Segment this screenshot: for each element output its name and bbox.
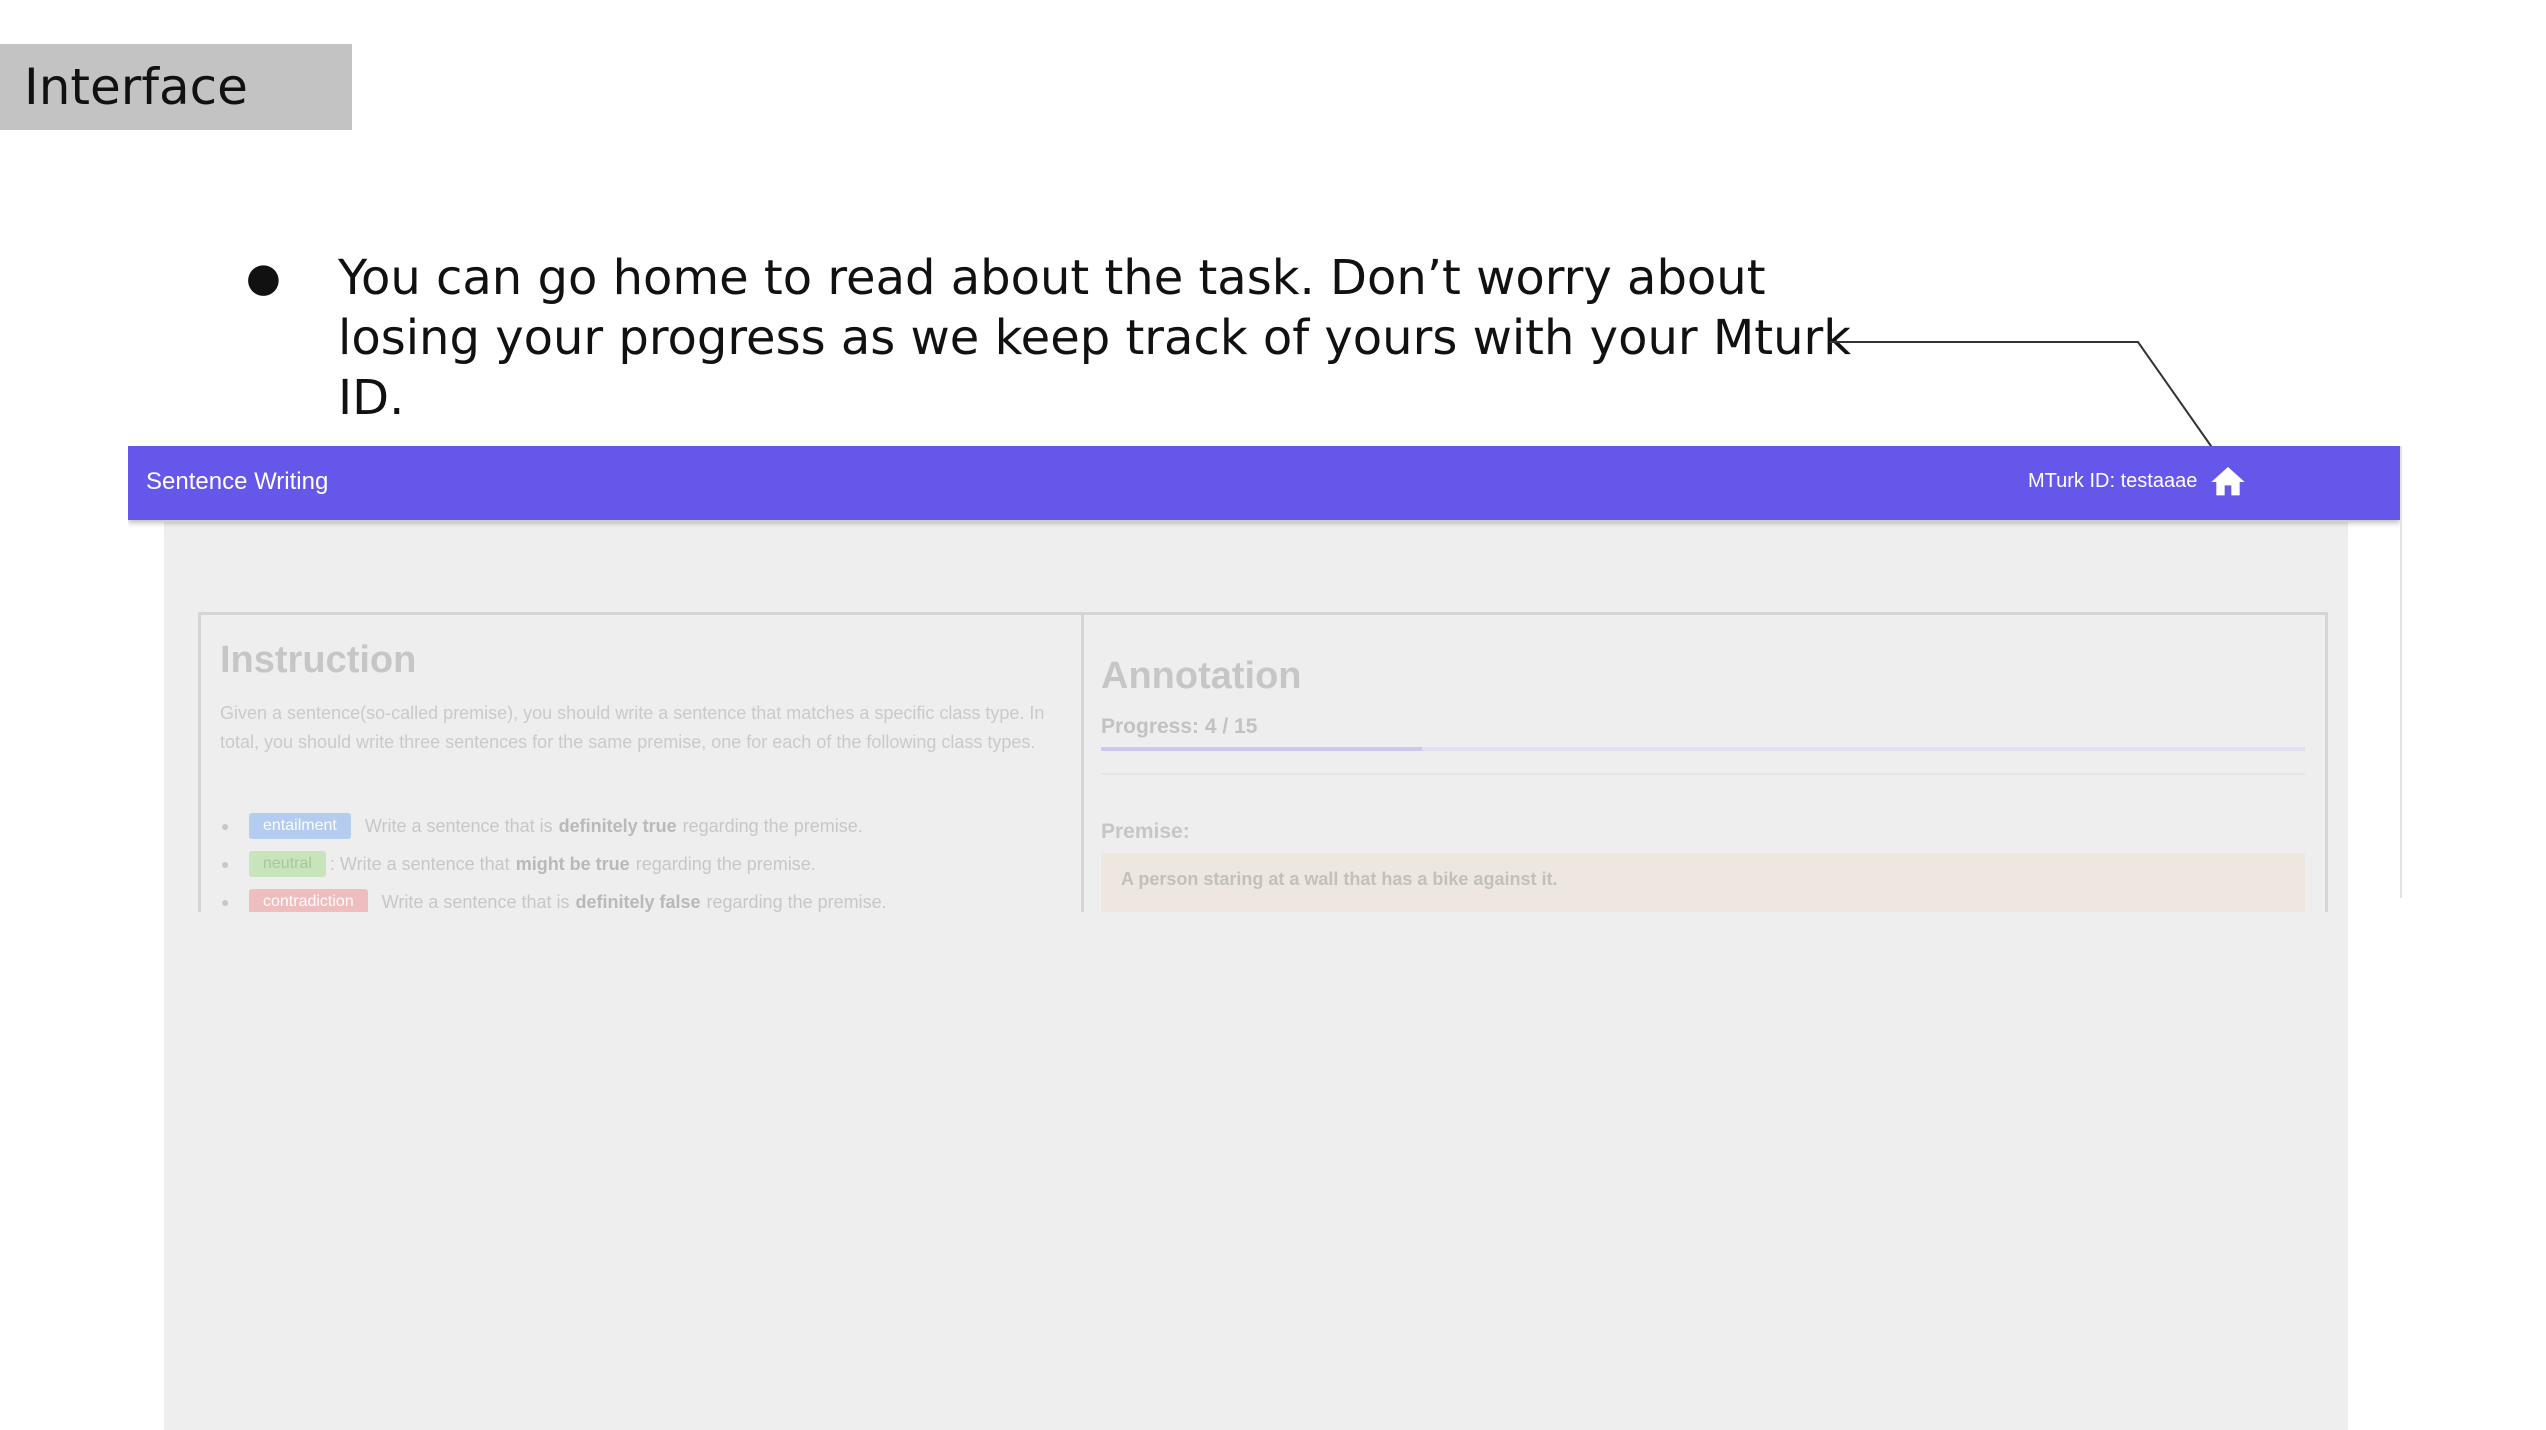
- content-overlay: Instruction Given a sentence(so-called p…: [164, 522, 2348, 1430]
- annotation-card: Annotation Progress: 4 / 15 Premise: A p…: [1084, 612, 2328, 912]
- home-icon: [2211, 467, 2245, 496]
- list-item: ● contradiction Write a sentence that is…: [221, 883, 887, 912]
- app-title: Sentence Writing: [146, 468, 329, 495]
- slide-title: Interface: [24, 58, 248, 116]
- progress-label: Progress: 4 / 15: [1101, 715, 1258, 738]
- class-text: Write a sentence that is: [381, 891, 570, 912]
- premise-text: A person staring at a wall that has a bi…: [1121, 869, 1558, 889]
- card-row: Instruction Given a sentence(so-called p…: [198, 612, 2328, 912]
- instruction-card: Instruction Given a sentence(so-called p…: [198, 612, 1084, 912]
- neutral-chip: neutral: [249, 851, 326, 877]
- instruction-heading: Instruction: [220, 639, 417, 681]
- list-item: ● neutral : Write a sentence that might …: [221, 845, 887, 883]
- bullet-icon: ●: [246, 255, 281, 301]
- class-text: regarding the premise.: [706, 891, 887, 912]
- class-text: Write a sentence that is: [364, 815, 553, 836]
- mturk-id-label: MTurk ID: testaaae: [2028, 470, 2198, 492]
- home-button[interactable]: [2208, 462, 2248, 502]
- progress-bar-fill: [1101, 747, 1423, 751]
- slide: Interface ● You can go home to read abou…: [0, 0, 2546, 1430]
- class-bold-text: definitely true: [558, 815, 677, 836]
- class-bold-text: might be true: [515, 853, 630, 874]
- premise-label: Premise:: [1101, 820, 1190, 843]
- instruction-description: Given a sentence(so-called premise), you…: [220, 703, 1045, 752]
- entailment-chip: entailment: [249, 813, 351, 839]
- class-text: : Write a sentence that: [329, 853, 510, 874]
- class-text: regarding the premise.: [682, 815, 863, 836]
- app-bar: Sentence Writing MTurk ID: testaaae: [128, 446, 2400, 520]
- bullet-item: ● You can go home to read about the task…: [246, 248, 1918, 428]
- premise-box: A person staring at a wall that has a bi…: [1101, 853, 2305, 912]
- annotation-heading: Annotation: [1101, 655, 1302, 697]
- progress-bar: [1101, 747, 2305, 751]
- slide-title-box: Interface: [0, 44, 352, 130]
- class-text: regarding the premise.: [635, 853, 816, 874]
- divider: [1101, 773, 2305, 775]
- list-item: ● entailment Write a sentence that is de…: [221, 807, 887, 845]
- contradiction-chip: contradiction: [249, 889, 368, 912]
- bullet-text: You can go home to read about the task. …: [338, 250, 1852, 426]
- class-bold-text: definitely false: [575, 891, 701, 912]
- class-list: ● entailment Write a sentence that is de…: [221, 807, 887, 912]
